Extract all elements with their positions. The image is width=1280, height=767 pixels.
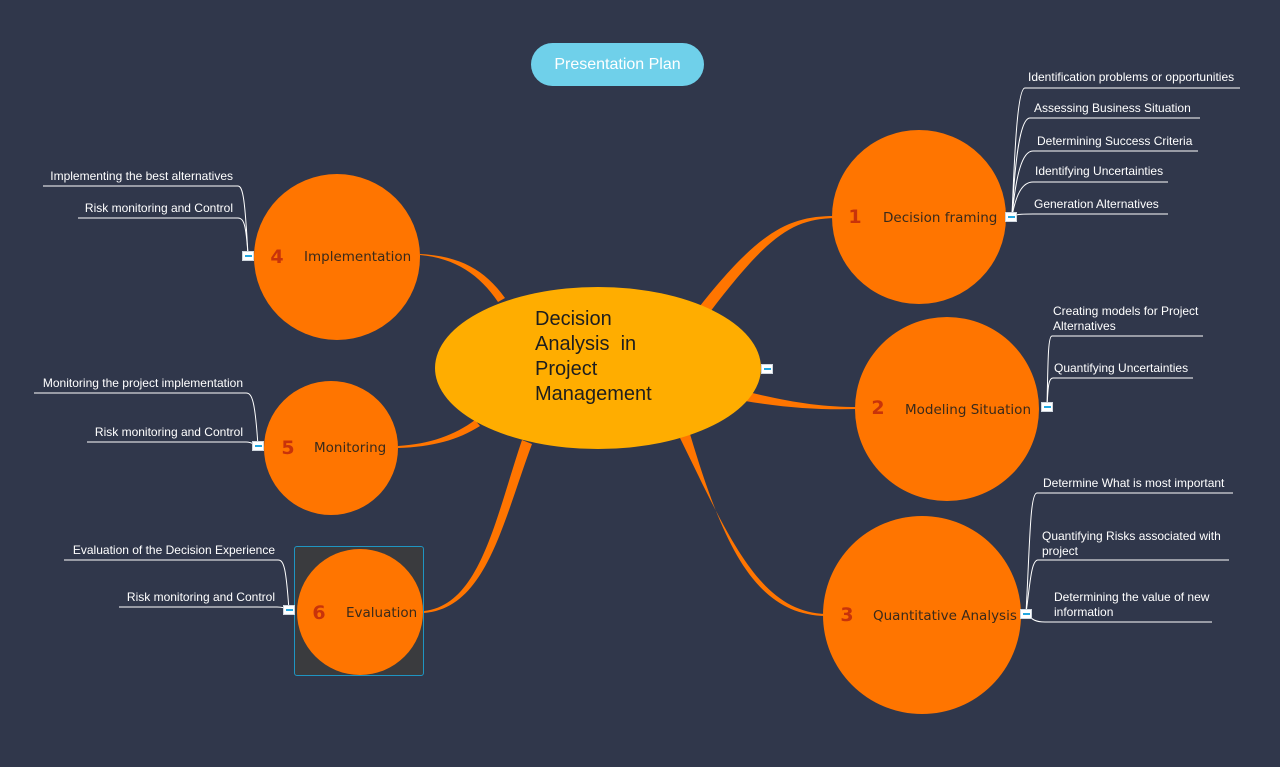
number-badge-icon: 4 [270,246,284,268]
subtopic-label[interactable]: Assessing Business Situation [1034,101,1191,116]
number-badge-icon: 6 [312,602,326,624]
subtopic-lines-implementation [43,185,249,256]
central-topic-line: Analysis in [535,333,637,355]
connector-central-to-monitoring [398,420,480,448]
topic-label-implementation[interactable]: Implementation [304,248,411,266]
collapse-minus-icon[interactable] [283,605,295,615]
subtopic-label[interactable]: Monitoring the project implementation [43,376,243,391]
number-badge-icon: 5 [281,437,295,459]
central-topic-text: Decision Analysis in Project Management [535,307,715,407]
connector-central-to-quantitative-analysis [680,434,826,616]
subtopic-label[interactable]: Identifying Uncertainties [1035,164,1163,179]
connector-central-to-modeling-situation [745,392,858,410]
central-topic-line: Management [535,383,652,405]
topic-label-quantitative-analysis[interactable]: Quantitative Analysis [873,607,1017,625]
subtopic-label[interactable]: Determining Success Criteria [1037,134,1192,149]
central-topic-line: Decision [535,308,612,330]
subtopic-label[interactable]: Risk monitoring and Control [127,590,275,605]
subtopic-label[interactable]: Determine What is most important [1043,476,1224,491]
topic-label-evaluation[interactable]: Evaluation [346,604,417,622]
collapse-minus-icon[interactable] [1041,402,1053,412]
number-badge-icon: 2 [871,397,885,419]
topic-label-decision-framing[interactable]: Decision framing [883,209,997,227]
connector-central-to-implementation [420,254,505,302]
topic-label-monitoring[interactable]: Monitoring [314,439,386,457]
subtopic-label[interactable]: Risk monitoring and Control [95,425,243,440]
connector-central-to-decision-framing [700,216,835,312]
number-badge-icon: 1 [848,206,862,228]
subtopic-label[interactable]: Generation Alternatives [1034,197,1159,212]
central-topic-line: Project [535,358,598,380]
subtopic-label[interactable]: Quantifying Uncertainties [1054,361,1188,376]
subtopic-label[interactable]: Identification problems or opportunities [1028,70,1234,85]
subtopic-label[interactable]: Evaluation of the Decision Experience [73,543,275,558]
subtopic-label[interactable]: Quantifying Risks associated with projec… [1042,529,1221,559]
subtopic-label[interactable]: Creating models for Project Alternatives [1053,304,1198,334]
number-badge-icon: 3 [840,604,854,626]
collapse-minus-icon[interactable] [761,364,773,374]
subtopic-label[interactable]: Determining the value of new information [1054,590,1209,620]
collapse-minus-icon[interactable] [252,441,264,451]
subtopic-label[interactable]: Implementing the best alternatives [50,169,233,184]
topic-label-modeling-situation[interactable]: Modeling Situation [905,401,1031,419]
collapse-minus-icon[interactable] [1005,212,1017,222]
subtopic-label[interactable]: Risk monitoring and Control [85,201,233,216]
collapse-minus-icon[interactable] [1020,609,1032,619]
collapse-minus-icon[interactable] [242,251,254,261]
connector-central-to-evaluation [424,440,532,613]
title-pill[interactable]: Presentation Plan [531,43,704,86]
